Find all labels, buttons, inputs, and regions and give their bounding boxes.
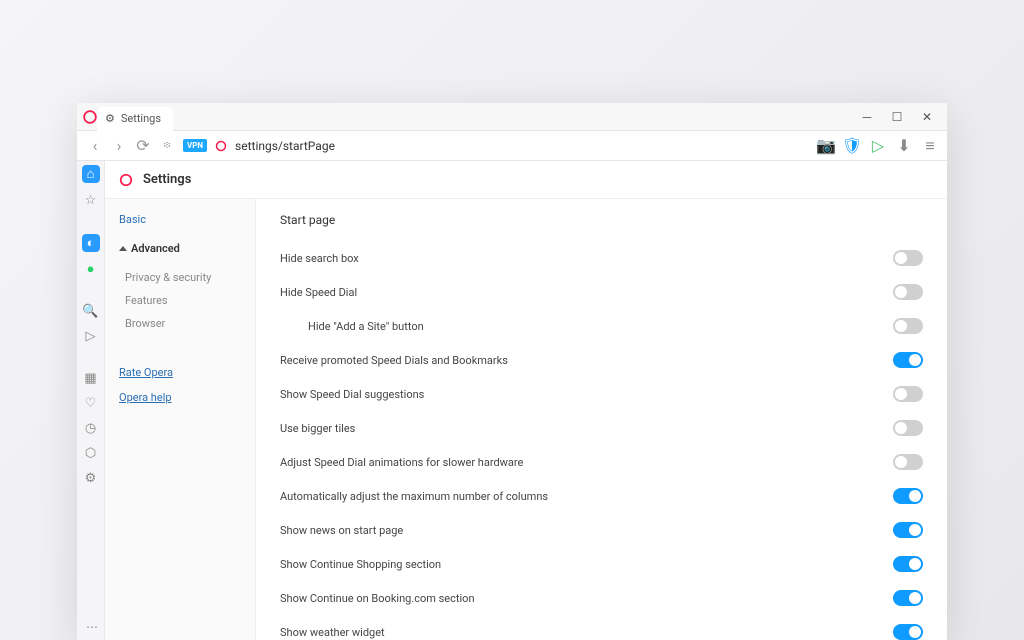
history-icon[interactable]: ◷ — [83, 420, 99, 436]
menu-more-icon[interactable]: ≡ — [923, 139, 937, 153]
opera-logo-icon — [83, 110, 97, 124]
tab-label: Settings — [121, 112, 161, 125]
link-rate-opera[interactable]: Rate Opera — [119, 366, 241, 379]
link-opera-help[interactable]: Opera help — [119, 391, 241, 404]
sidebar-sub-features[interactable]: Features — [125, 294, 241, 307]
back-button[interactable]: ‹ — [87, 138, 103, 154]
setting-row: Hide search box — [280, 241, 923, 275]
cube-icon[interactable]: ⬡ — [83, 445, 99, 461]
more-icon[interactable]: ⋯ — [86, 620, 99, 634]
setting-row: Receive promoted Speed Dials and Bookmar… — [280, 343, 923, 377]
camera-icon[interactable]: 📷 — [819, 139, 833, 153]
sidebar-sub-browser[interactable]: Browser — [125, 317, 241, 330]
messenger-icon[interactable]: ◐ — [82, 234, 100, 252]
settings-gear-icon[interactable]: ⚙ — [83, 470, 99, 486]
sidebar-item-basic[interactable]: Basic — [119, 213, 241, 226]
setting-label: Hide Speed Dial — [280, 286, 893, 299]
minimize-button[interactable]: ─ — [859, 109, 875, 125]
setting-row: Hide Speed Dial — [280, 275, 923, 309]
setting-label: Show Continue on Booking.com section — [280, 592, 893, 605]
setting-label: Adjust Speed Dial animations for slower … — [280, 456, 893, 469]
setting-label: Hide search box — [280, 252, 893, 265]
download-icon[interactable]: ⬇ — [897, 139, 911, 153]
apps-icon[interactable]: ፨ — [159, 138, 175, 154]
heart-icon[interactable]: ♡ — [83, 395, 99, 411]
shield-icon[interactable]: 🛡 — [845, 139, 859, 153]
titlebar: ⚙ Settings ─ ☐ ✕ — [77, 103, 947, 131]
sidebar-sub-privacy[interactable]: Privacy & security — [125, 271, 241, 284]
address-text[interactable]: settings/startPage — [235, 139, 335, 153]
setting-row: Adjust Speed Dial animations for slower … — [280, 445, 923, 479]
vertical-bar: ⌂ ☆ ◐ ● 🔍 ▷ ▦ ♡ ◷ ⬡ ⚙ ⋯ — [77, 161, 105, 640]
setting-row: Hide "Add a Site" button — [280, 309, 923, 343]
setting-label: Use bigger tiles — [280, 422, 893, 435]
page-title: Settings — [143, 172, 191, 187]
setting-row: Show Speed Dial suggestions — [280, 377, 923, 411]
forward-button[interactable]: › — [111, 138, 127, 154]
setting-label: Show Speed Dial suggestions — [280, 388, 893, 401]
setting-label: Show news on start page — [280, 524, 893, 537]
toggle[interactable] — [893, 556, 923, 572]
address-bar: ‹ › ⟳ ፨ VPN settings/startPage 📷 🛡 ▷ ⬇ ≡ — [77, 131, 947, 161]
toggle[interactable] — [893, 284, 923, 300]
toggle[interactable] — [893, 318, 923, 334]
setting-row: Automatically adjust the maximum number … — [280, 479, 923, 513]
opera-header-icon — [119, 173, 133, 187]
page-header: Settings — [105, 161, 947, 199]
toggle[interactable] — [893, 420, 923, 436]
toggle[interactable] — [893, 386, 923, 402]
section-title: Start page — [280, 213, 923, 227]
toggle[interactable] — [893, 624, 923, 640]
browser-window: ⚙ Settings ─ ☐ ✕ ‹ › ⟳ ፨ VPN settings/st… — [77, 103, 947, 640]
toggle[interactable] — [893, 352, 923, 368]
toggle[interactable] — [893, 488, 923, 504]
settings-sidebar: Basic Advanced Privacy & security Featur… — [105, 199, 255, 640]
send-icon[interactable]: ▷ — [83, 328, 99, 344]
grid-icon[interactable]: ▦ — [83, 370, 99, 386]
close-button[interactable]: ✕ — [919, 109, 935, 125]
toggle[interactable] — [893, 454, 923, 470]
sidebar-item-advanced[interactable]: Advanced — [119, 242, 241, 255]
setting-row: Show Continue on Booking.com section — [280, 581, 923, 615]
window-controls: ─ ☐ ✕ — [859, 109, 941, 125]
tab-settings[interactable]: ⚙ Settings — [97, 107, 173, 131]
toggle[interactable] — [893, 590, 923, 606]
search-icon[interactable]: 🔍 — [83, 303, 99, 319]
opera-address-icon — [215, 140, 227, 152]
setting-label: Show weather widget — [280, 626, 893, 639]
setting-label: Automatically adjust the maximum number … — [280, 490, 893, 503]
setting-row: Show news on start page — [280, 513, 923, 547]
toggle[interactable] — [893, 522, 923, 538]
setting-row: Show Continue Shopping section — [280, 547, 923, 581]
setting-row: Use bigger tiles — [280, 411, 923, 445]
setting-label: Hide "Add a Site" button — [308, 320, 893, 333]
vpn-badge[interactable]: VPN — [183, 139, 207, 152]
adblock-icon[interactable]: ▷ — [871, 139, 885, 153]
toggle[interactable] — [893, 250, 923, 266]
setting-label: Receive promoted Speed Dials and Bookmar… — [280, 354, 893, 367]
gear-icon: ⚙ — [105, 112, 115, 125]
setting-label: Show Continue Shopping section — [280, 558, 893, 571]
reload-button[interactable]: ⟳ — [135, 138, 151, 154]
star-icon[interactable]: ☆ — [83, 192, 99, 208]
maximize-button[interactable]: ☐ — [889, 109, 905, 125]
home-icon[interactable]: ⌂ — [82, 165, 100, 183]
whatsapp-icon[interactable]: ● — [83, 261, 99, 277]
settings-content: Start page Hide search box Hide Speed Dia… — [255, 199, 947, 640]
setting-row: Show weather widget — [280, 615, 923, 640]
